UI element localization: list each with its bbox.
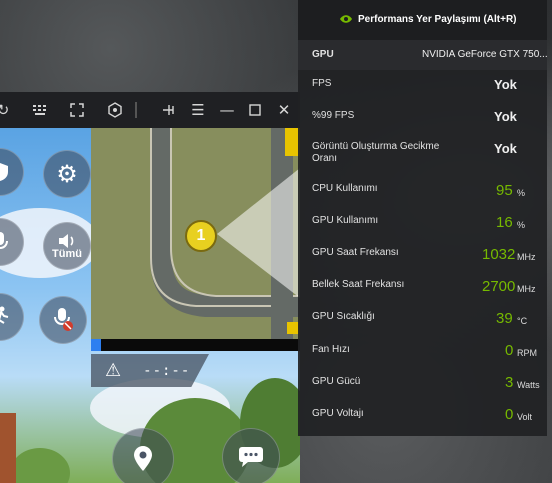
maximize-icon[interactable] xyxy=(246,101,264,119)
zone-timer: ⚠ --:-- xyxy=(91,354,209,387)
all-label: Tümü xyxy=(52,247,82,260)
metric-unit: RPM xyxy=(517,348,537,358)
minimap[interactable]: 1 xyxy=(91,128,300,340)
nvidia-logo-icon xyxy=(340,15,352,23)
metric-unit: % xyxy=(517,220,526,230)
menu-icon[interactable]: ☰ xyxy=(189,101,207,119)
metric-label: GPU Voltajı xyxy=(312,408,364,419)
metric-unit: Volt xyxy=(517,412,533,422)
metric-label: %99 FPS xyxy=(312,110,355,121)
progress-fill xyxy=(91,339,102,351)
overlay-title: Performans Yer Paylaşımı (Alt+R) xyxy=(358,14,517,25)
metric-unit: % xyxy=(517,188,526,198)
metric-value: 95 xyxy=(496,182,513,199)
tree xyxy=(10,448,70,483)
metric-label: GPU Gücü xyxy=(312,376,361,387)
player-marker: 1 xyxy=(185,220,217,252)
metric-value: 1032 xyxy=(482,246,516,263)
toolbar-divider xyxy=(135,102,137,118)
building xyxy=(0,413,16,483)
metric-label: GPU Saat Frekansı xyxy=(312,247,399,258)
metric-value: Yok xyxy=(494,141,517,156)
metric-unit: °C xyxy=(517,316,528,326)
metric-label: GPU Kullanımı xyxy=(312,215,379,226)
close-icon[interactable]: ✕ xyxy=(275,101,293,119)
overlay-header: Performans Yer Paylaşımı (Alt+R) xyxy=(298,0,547,40)
metric-value: 0 xyxy=(505,342,514,359)
performance-overlay: Performans Yer Paylaşımı (Alt+R) GPU NVI… xyxy=(298,0,548,436)
metric-value: 3 xyxy=(505,374,514,391)
metric-label: CPU Kullanımı xyxy=(312,183,378,194)
metric-label: FPS xyxy=(312,78,332,89)
location-marker-icon[interactable] xyxy=(112,428,174,483)
metric-unit: Watts xyxy=(517,380,540,390)
gpu-name: NVIDIA GeForce GTX 750... xyxy=(422,49,548,60)
minimize-icon[interactable]: — xyxy=(218,101,236,119)
metric-label: Görüntü Oluşturma Gecikme Oranı xyxy=(312,141,440,164)
keyboard-icon[interactable] xyxy=(31,101,49,119)
gamepad-icon[interactable] xyxy=(106,101,124,119)
emulator-toolbar: ↻ ☰ — ✕ xyxy=(0,92,300,128)
pin-icon[interactable] xyxy=(160,101,178,119)
shield-icon[interactable] xyxy=(0,148,24,196)
metric-label: Bellek Saat Frekansı xyxy=(312,279,405,290)
speaker-all-button[interactable]: Tümü xyxy=(43,222,91,270)
metric-value: Yok xyxy=(494,77,517,92)
run-icon[interactable] xyxy=(0,293,24,341)
metric-value: Yok xyxy=(494,109,517,124)
metric-value: 2700 xyxy=(482,278,516,295)
metric-unit: MHz xyxy=(517,284,536,294)
gpu-label: GPU xyxy=(312,49,334,60)
warning-icon: ⚠ xyxy=(105,360,122,381)
metric-label: GPU Sıcaklığı xyxy=(312,311,375,322)
fullscreen-icon[interactable] xyxy=(68,101,86,119)
metric-value: 0 xyxy=(505,406,514,423)
metric-unit: MHz xyxy=(517,252,536,262)
settings-gear-icon[interactable]: ⚙ xyxy=(43,150,91,198)
metric-value: 39 xyxy=(496,310,513,327)
mic-off-icon[interactable] xyxy=(39,296,87,344)
gpu-row: GPU NVIDIA GeForce GTX 750... xyxy=(298,40,548,70)
progress-bar xyxy=(91,339,300,351)
game-viewport[interactable]: ⚙ Tümü 1 ⚠ --:-- xyxy=(0,128,300,483)
timer-text: --:-- xyxy=(143,362,191,379)
metric-value: 16 xyxy=(496,214,513,231)
chat-icon[interactable] xyxy=(222,428,280,483)
rotate-icon[interactable]: ↻ xyxy=(0,101,12,119)
metric-label: Fan Hızı xyxy=(312,344,350,355)
